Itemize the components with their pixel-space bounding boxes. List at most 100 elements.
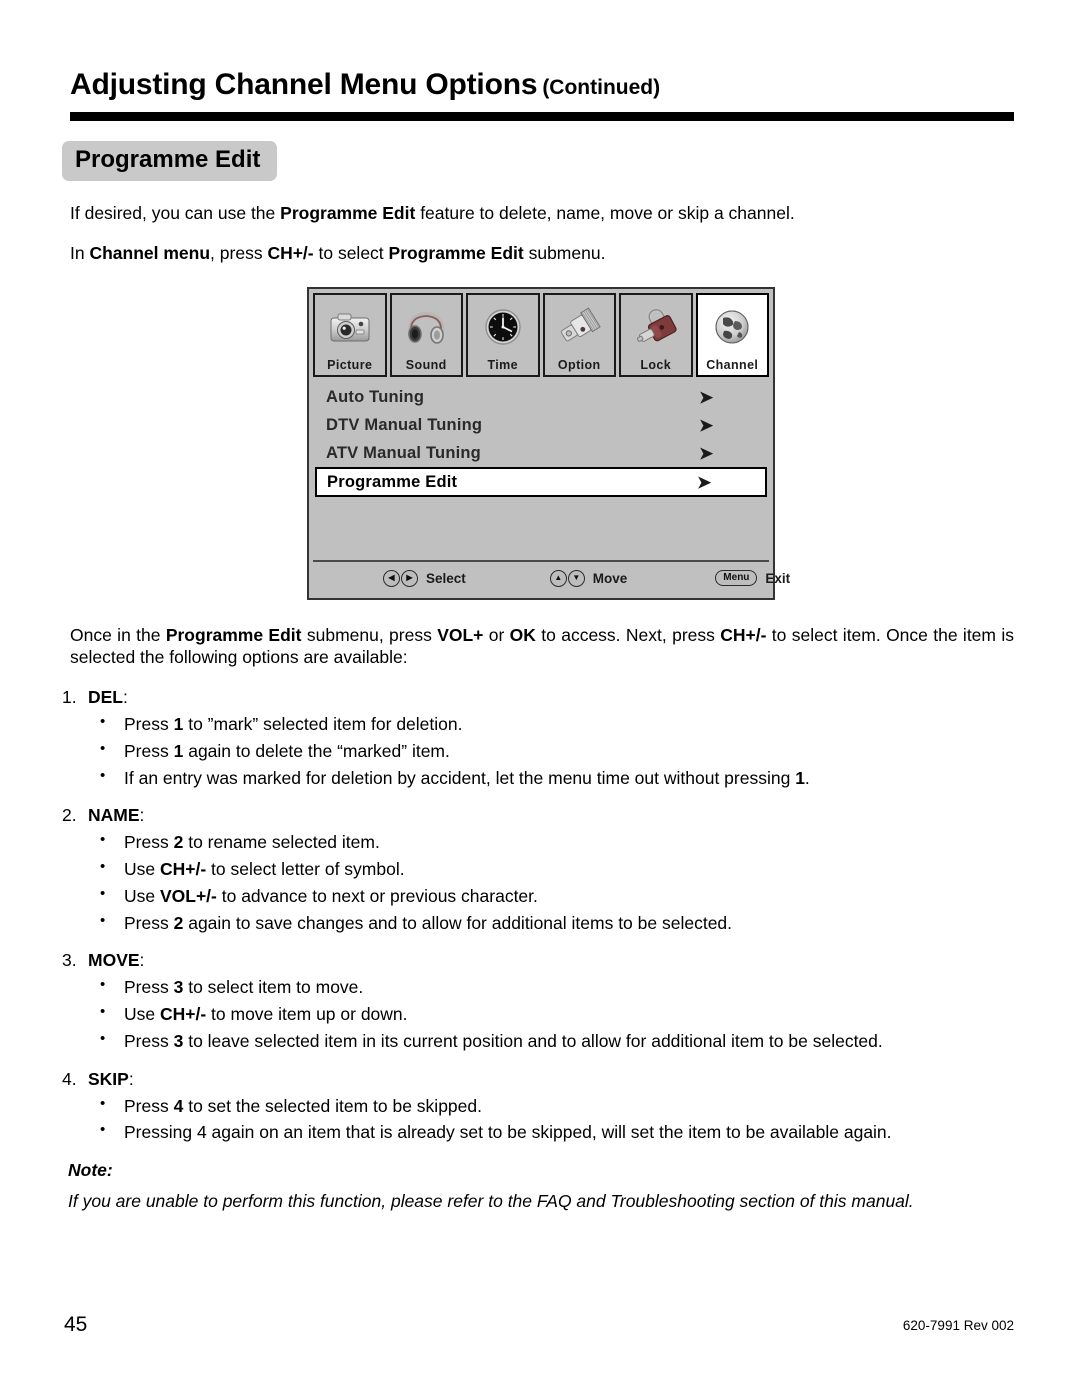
option-name: DEL (88, 687, 123, 707)
list-item: Use CH+/- to move item up or down. (62, 1002, 1017, 1026)
bullet-key: CH+/- (159, 1004, 207, 1024)
bullet-pre: Press (124, 1095, 174, 1116)
camera-icon (315, 295, 385, 358)
osd-hint-exit-label: Exit (765, 570, 791, 586)
osd-icon-tab-bar: Picture Sound Time Option Lock Channel (313, 293, 769, 377)
bullet-key: VOL+/- (159, 885, 217, 906)
osd-menu-list: Auto Tuning ➤ DTV Manual Tuning ➤ ATV Ma… (313, 383, 769, 497)
osd-menu-item-programme-edit[interactable]: Programme Edit ➤ (315, 467, 767, 497)
left-right-arrow-keys: ◀ ▶ (383, 569, 418, 587)
bullet-key: 4 (173, 1095, 184, 1116)
up-down-arrow-keys: ▲ ▼ (549, 569, 585, 587)
osd-tab-time[interactable]: Time (466, 293, 540, 377)
page-number: 45 (64, 1313, 88, 1336)
osd-menu-item-auto-tuning[interactable]: Auto Tuning ➤ (318, 383, 764, 411)
bullet-key: 2 (173, 912, 184, 933)
osd-menu-item-label: Programme Edit (327, 472, 458, 491)
chevron-right-icon: ➤ (699, 415, 714, 435)
option-name: SKIP (88, 1068, 129, 1089)
bullet-key: 1 (173, 740, 184, 761)
arrow-down-icon: ▼ (567, 569, 585, 587)
option-colon: : (139, 950, 145, 971)
option-bullets: Press 1 to ”mark” selected item for dele… (62, 712, 1017, 790)
option-heading: 3. MOVE : (62, 950, 1017, 971)
option-colon: : (139, 805, 145, 826)
intro-1-a: If desired, you can use the (70, 203, 281, 223)
option-heading: 2. NAME : (62, 805, 1017, 826)
body-f: OK (509, 625, 536, 645)
headphones-icon (392, 295, 462, 358)
list-item: Press 2 to rename selected item. (62, 830, 1017, 854)
body-b: Programme Edit (165, 625, 302, 645)
bullet-post: to ”mark” selected item for deletion. (183, 714, 463, 734)
osd-hint-select: ◀ ▶ Select (383, 569, 466, 587)
osd-hint-select-label: Select (426, 570, 466, 586)
bullet-post: again to delete the “marked” item. (183, 740, 450, 761)
body-c: submenu, press (301, 625, 438, 645)
bullet-post: . (804, 767, 810, 788)
bullet-post: to rename selected item. (183, 832, 380, 853)
option-block-move: 3. MOVE : Press 3 to select item to move… (62, 950, 1017, 1052)
intro-2-a: In (70, 242, 90, 263)
instructions-paragraph: Once in the Programme Edit submenu, pres… (70, 624, 1014, 669)
option-heading: 4. SKIP : (62, 1069, 1017, 1090)
list-item: Press 1 again to delete the “marked” ite… (62, 739, 1017, 763)
note-title: Note: (68, 1160, 113, 1180)
option-colon: : (123, 687, 128, 707)
bullet-pre: Press (124, 1030, 174, 1051)
bullet-pre: Use (124, 859, 160, 879)
arrow-right-icon: ▶ (401, 569, 418, 587)
bullet-pre: Use (124, 885, 160, 906)
arrow-up-icon: ▲ (549, 569, 567, 587)
osd-tab-label: Time (487, 358, 519, 373)
intro-2-e: to select (313, 242, 389, 263)
osd-tab-picture[interactable]: Picture (313, 293, 387, 377)
page-title-continued: (Continued) (542, 76, 661, 99)
clock-icon (468, 295, 538, 358)
bullet-pre: Press (124, 977, 174, 998)
arrow-left-icon: ◀ (383, 569, 400, 587)
option-bullets: Press 3 to select item to move. Use CH+/… (62, 975, 1017, 1052)
osd-tab-sound[interactable]: Sound (389, 293, 463, 377)
bullet-post: to set the selected item to be skipped. (183, 1095, 482, 1116)
document-revision: 620-7991 Rev 002 (902, 1318, 1014, 1333)
bullet-pre: If an entry was marked for deletion by a… (124, 767, 796, 788)
list-item: If an entry was marked for deletion by a… (62, 766, 1017, 790)
bullet-post: again to save changes and to allow for a… (183, 912, 733, 933)
osd-tab-label: Option (557, 358, 601, 373)
note-section: Note: If you are unable to perform this … (68, 1160, 1018, 1212)
instructions-text: Once in the Programme Edit submenu, pres… (70, 624, 1014, 669)
list-item: Press 1 to ”mark” selected item for dele… (62, 712, 1017, 736)
osd-tab-lock[interactable]: Lock (619, 293, 693, 377)
option-name: MOVE (88, 950, 140, 971)
osd-menu-item-label: ATV Manual Tuning (326, 443, 481, 462)
body-g: to access. Next, press (535, 625, 721, 645)
bullet-post: to advance to next or previous character… (216, 885, 538, 906)
option-number: 1. (62, 687, 77, 707)
osd-menu-item-atv-manual-tuning[interactable]: ATV Manual Tuning ➤ (318, 439, 764, 467)
osd-tab-option[interactable]: Option (542, 293, 616, 377)
osd-tab-label: Sound (405, 358, 447, 373)
note-body: If you are unable to perform this functi… (68, 1191, 914, 1211)
list-item: Press 3 to select item to move. (62, 975, 1017, 999)
osd-tab-channel[interactable]: Channel (695, 293, 769, 377)
osd-hint-move-label: Move (592, 570, 628, 586)
header-divider-rule (70, 112, 1014, 121)
list-item: Press 4 to set the selected item to be s… (62, 1094, 1017, 1118)
list-item: Use CH+/- to select letter of symbol. (62, 857, 1017, 881)
osd-menu-item-dtv-manual-tuning[interactable]: DTV Manual Tuning ➤ (318, 411, 764, 439)
body-e: or (483, 625, 510, 645)
bullet-pre: Use (124, 1004, 160, 1024)
bullet-pre: Press (124, 832, 174, 853)
intro-2-g: submenu. (523, 242, 606, 263)
page-header: Adjusting Channel Menu Options (Continue… (70, 68, 1010, 102)
osd-hint-move: ▲ ▼ Move (549, 569, 628, 587)
osd-hint-bar: ◀ ▶ Select ▲ ▼ Move Menu Exit (313, 560, 790, 594)
intro-2-b: Channel menu (89, 242, 211, 263)
option-block-del: 1. DEL : Press 1 to ”mark” selected item… (62, 687, 1017, 789)
section-heading-chip: Programme Edit (62, 141, 278, 181)
body-h: CH+/- (720, 625, 767, 645)
chevron-right-icon: ➤ (699, 443, 714, 463)
osd-tab-label: Picture (327, 358, 373, 373)
osd-hint-exit: Menu Exit (715, 570, 790, 586)
